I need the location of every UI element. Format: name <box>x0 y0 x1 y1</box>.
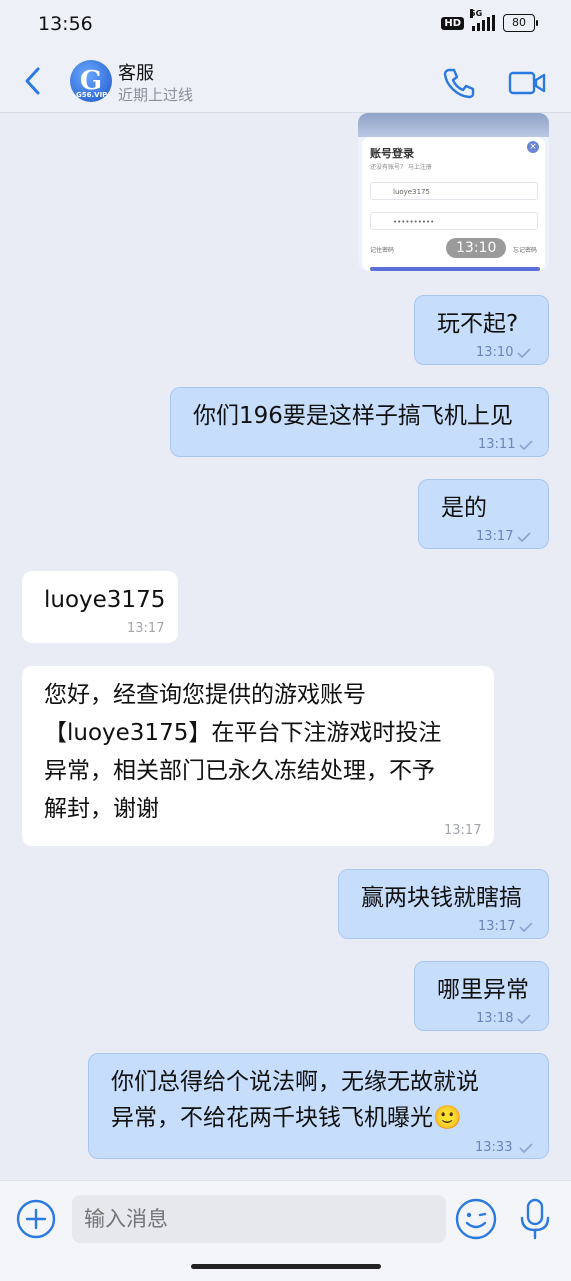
emoji-icon[interactable] <box>454 1197 498 1241</box>
close-icon: × <box>527 141 539 153</box>
message-time: 13:33 <box>475 1140 513 1155</box>
sent-check-icon <box>519 922 533 932</box>
sent-check-icon <box>517 1014 531 1024</box>
microphone-icon[interactable] <box>518 1197 552 1241</box>
message-time: 13:10 <box>476 345 514 360</box>
sent-check-icon <box>519 440 533 450</box>
sent-check-icon <box>517 532 531 542</box>
message-time: 13:18 <box>476 1011 514 1026</box>
message-text: 赢两块钱就瞎搞 <box>361 885 522 911</box>
message-text: 哪里异常 <box>437 977 529 1003</box>
chat-header: G G56.VIP 客服 近期上过线 <box>0 50 571 113</box>
network-label: 5G <box>470 9 483 18</box>
phone-call-icon[interactable] <box>442 66 476 100</box>
forgot-password: 忘记密码 <box>512 247 537 254</box>
message-text-line: 您好，经查询您提供的游戏账号 <box>44 682 366 708</box>
message-time: 13:17 <box>478 919 516 934</box>
image-message[interactable]: 账号登录 还没有账号？ 马上注册 × luoye3175 •••••••••• … <box>358 113 549 271</box>
remember-password: 记住密码 <box>370 247 395 254</box>
message-list[interactable]: 账号登录 还没有账号？ 马上注册 × luoye3175 •••••••••• … <box>0 113 571 1180</box>
message-text-line: 解封，谢谢 <box>44 796 159 822</box>
message-bubble[interactable]: 你们196要是这样子搞飞机上见 13:11 <box>170 387 549 457</box>
battery-level: 80 <box>512 16 526 29</box>
message-bubble[interactable]: 玩不起? 13:10 <box>414 295 549 365</box>
contact-name[interactable]: 客服 <box>118 59 154 85</box>
message-text: luoye3175 <box>44 587 166 613</box>
message-bubble[interactable]: 您好，经查询您提供的游戏账号 【luoye3175】在平台下注游戏时投注 异常，… <box>22 666 494 846</box>
login-subtitle: 还没有账号？ 马上注册 <box>370 164 432 171</box>
signal-icon: 5G <box>470 9 495 31</box>
back-arrow-icon[interactable] <box>20 64 48 98</box>
login-title: 账号登录 <box>370 147 414 160</box>
status-bar: 13:56 HD 5G 80 <box>0 0 571 50</box>
video-call-icon[interactable] <box>508 68 546 98</box>
message-text-line: 你们总得给个说法啊，无缘无故就说 <box>111 1069 479 1095</box>
message-text: 是的 <box>441 495 487 521</box>
plus-icon[interactable] <box>16 1199 56 1239</box>
login-button-edge <box>370 267 540 271</box>
image-top-strip <box>358 113 549 137</box>
message-bubble[interactable]: 赢两块钱就瞎搞 13:17 <box>338 869 549 939</box>
message-bubble[interactable]: luoye3175 13:17 <box>22 571 178 643</box>
image-time: 13:10 <box>446 238 507 258</box>
message-bubble[interactable]: 你们总得给个说法啊，无缘无故就说 异常，不给花两千块钱飞机曝光🙂 13:33 <box>88 1053 549 1159</box>
status-time: 13:56 <box>38 13 93 35</box>
avatar[interactable]: G G56.VIP <box>70 60 112 102</box>
message-bubble[interactable]: 哪里异常 13:18 <box>414 961 549 1031</box>
message-text-line: 异常，相关部门已永久冻结处理，不予 <box>44 758 435 784</box>
message-input[interactable] <box>72 1195 446 1243</box>
message-bubble[interactable]: 是的 13:17 <box>418 479 549 549</box>
message-text: 玩不起? <box>437 311 519 337</box>
home-indicator[interactable] <box>191 1264 381 1269</box>
sent-check-icon <box>519 1143 533 1153</box>
message-text-line: 【luoye3175】在平台下注游戏时投注 <box>44 720 442 746</box>
message-text-line: 异常，不给花两千块钱飞机曝光🙂 <box>111 1105 462 1131</box>
contact-status: 近期上过线 <box>118 86 194 104</box>
message-text: 你们196要是这样子搞飞机上见 <box>193 403 513 429</box>
password-field: •••••••••• <box>370 212 538 230</box>
avatar-caption: G56.VIP <box>76 91 108 99</box>
message-time: 13:17 <box>127 621 165 636</box>
username-field: luoye3175 <box>370 182 538 200</box>
battery-icon: 80 <box>503 14 538 32</box>
message-time: 13:17 <box>476 529 514 544</box>
message-time: 13:17 <box>444 823 482 838</box>
hd-icon: HD <box>441 16 464 30</box>
status-icons: HD 5G 80 <box>441 9 538 32</box>
sent-check-icon <box>517 348 531 358</box>
message-time: 13:11 <box>478 437 516 452</box>
